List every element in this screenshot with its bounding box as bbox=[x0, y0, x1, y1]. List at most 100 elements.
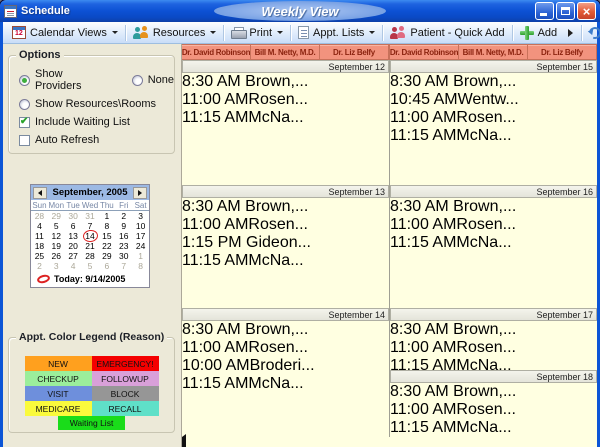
day-column[interactable]: 8:30 AM Brown,... bbox=[182, 73, 389, 91]
appointment-entry[interactable]: 11:00 AMRosen... bbox=[182, 91, 389, 109]
calendar-day[interactable]: 8 bbox=[132, 261, 149, 271]
day-column[interactable]: 10:00 AMBroderi...11:15 AMMcNa... bbox=[182, 357, 389, 393]
calendar-day[interactable]: 15 bbox=[98, 231, 115, 241]
calendar-day[interactable]: 28 bbox=[82, 251, 99, 261]
refresh-button[interactable]: Refresh bbox=[584, 23, 600, 43]
calendar-day[interactable]: 29 bbox=[98, 251, 115, 261]
calendar-day[interactable]: 30 bbox=[65, 211, 82, 221]
calendar-day[interactable]: 29 bbox=[48, 211, 65, 221]
calendar-day[interactable]: 22 bbox=[98, 241, 115, 251]
day-column[interactable]: 1:15 PM Gideon...11:15 AMMcNa... bbox=[182, 234, 389, 270]
calendar-day[interactable]: 1 bbox=[98, 211, 115, 221]
appointment-entry[interactable]: 8:30 AM Brown,... bbox=[390, 383, 597, 401]
include-waiting-label[interactable]: Include Waiting List bbox=[35, 116, 130, 128]
day-column[interactable]: 11:15 AMMcNa... bbox=[390, 419, 597, 437]
calendar-day[interactable]: 30 bbox=[115, 251, 132, 261]
day-column[interactable]: 8:30 AM Brown,... bbox=[390, 73, 597, 91]
horizontal-scrollbar[interactable] bbox=[182, 437, 597, 447]
day-column[interactable]: 8:30 AM Brown,... bbox=[182, 321, 389, 339]
day-column[interactable]: 11:00 AMRosen... bbox=[390, 401, 597, 419]
titlebar[interactable]: Schedule Weekly View × bbox=[0, 0, 600, 22]
appointment-entry[interactable]: 8:30 AM Brown,... bbox=[182, 321, 389, 339]
day-column[interactable]: 8:30 AM Brown,... bbox=[390, 321, 597, 339]
calendar-day[interactable]: 27 bbox=[65, 251, 82, 261]
calendar-day[interactable]: 4 bbox=[65, 261, 82, 271]
day-column[interactable]: 8:30 AM Brown,... bbox=[182, 198, 389, 216]
day-column[interactable]: 11:00 AMRosen... bbox=[182, 91, 389, 109]
calendar-day[interactable]: 13 bbox=[65, 231, 82, 241]
calendar-day[interactable]: 26 bbox=[48, 251, 65, 261]
day-column[interactable]: 8:30 AM Brown,... bbox=[390, 198, 597, 216]
appointment-entry[interactable]: 11:15 AMMcNa... bbox=[390, 127, 597, 145]
calendar-day[interactable]: 25 bbox=[31, 251, 48, 261]
calendar-day[interactable]: 10 bbox=[132, 221, 149, 231]
provider-header[interactable]: Bill M. Netty, M.D. bbox=[250, 44, 320, 60]
provider-header[interactable]: Dr. David Robinson bbox=[182, 44, 251, 60]
none-radio[interactable] bbox=[132, 75, 143, 86]
calendar-day[interactable]: 2 bbox=[31, 261, 48, 271]
maximize-button[interactable] bbox=[556, 2, 575, 20]
print-button[interactable]: Print bbox=[226, 23, 288, 43]
calendar-day[interactable]: 18 bbox=[31, 241, 48, 251]
day-column[interactable]: 11:15 AMMcNa... bbox=[390, 127, 597, 145]
provider-header[interactable]: Dr. Liz Belfy bbox=[527, 44, 597, 60]
show-providers-label[interactable]: Show Providers bbox=[35, 68, 111, 92]
patient-quick-add-button[interactable]: Patient - Quick Add bbox=[385, 23, 509, 43]
day-column[interactable]: 11:00 AMRosen... bbox=[182, 216, 389, 234]
next-month-button[interactable] bbox=[133, 187, 147, 199]
calendar-day[interactable]: 3 bbox=[48, 261, 65, 271]
none-label[interactable]: None bbox=[148, 74, 174, 86]
calendar-day[interactable]: 11 bbox=[31, 231, 48, 241]
appointment-entry[interactable]: 8:30 AM Brown,... bbox=[182, 73, 389, 91]
scroll-left-button[interactable] bbox=[182, 437, 597, 447]
calendar-day[interactable]: 17 bbox=[132, 231, 149, 241]
day-column[interactable]: 8:30 AM Brown,... bbox=[390, 383, 597, 401]
calendar-day[interactable]: 8 bbox=[98, 221, 115, 231]
appointment-entry[interactable]: 11:15 AMMcNa... bbox=[390, 234, 597, 252]
calendar-day[interactable]: 20 bbox=[65, 241, 82, 251]
calendar-day[interactable]: 4 bbox=[31, 221, 48, 231]
show-resources-label[interactable]: Show Resources\Rooms bbox=[35, 98, 156, 110]
appointment-entry[interactable]: 11:15 AMMcNa... bbox=[182, 252, 389, 270]
calendar-day[interactable]: 3 bbox=[132, 211, 149, 221]
day-column[interactable]: 11:15 AMMcNa... bbox=[390, 234, 597, 252]
prev-month-button[interactable] bbox=[33, 187, 47, 199]
appointment-entry[interactable]: 8:30 AM Brown,... bbox=[182, 198, 389, 216]
day-column[interactable]: 11:00 AMRosen... bbox=[390, 339, 597, 357]
show-resources-radio[interactable] bbox=[19, 99, 30, 110]
day-column[interactable]: 10:45 AMWentw...11:00 AMRosen... bbox=[390, 91, 597, 127]
calendar-views-button[interactable]: Calendar Views bbox=[7, 23, 123, 43]
day-column[interactable]: 11:00 AMRosen... bbox=[182, 339, 389, 357]
appointment-entry[interactable]: 11:00 AMRosen... bbox=[390, 339, 597, 357]
calendar-day[interactable]: 31 bbox=[82, 211, 99, 221]
close-button[interactable]: × bbox=[577, 2, 596, 20]
calendar-day[interactable]: 16 bbox=[115, 231, 132, 241]
appointment-entry[interactable]: 11:00 AMRosen... bbox=[390, 216, 597, 234]
calendar-day[interactable]: 5 bbox=[82, 261, 99, 271]
auto-refresh-checkbox[interactable] bbox=[19, 135, 30, 146]
appointment-entry[interactable]: 11:15 AMMcNa... bbox=[182, 375, 389, 393]
calendar-day[interactable]: 24 bbox=[132, 241, 149, 251]
calendar-day[interactable]: 6 bbox=[65, 221, 82, 231]
include-waiting-checkbox[interactable] bbox=[19, 117, 30, 128]
appointment-entry[interactable]: 11:00 AMRosen... bbox=[182, 216, 389, 234]
minimize-button[interactable] bbox=[535, 2, 554, 20]
appointment-entry[interactable]: 11:00 AMRosen... bbox=[390, 401, 597, 419]
provider-header[interactable]: Bill M. Netty, M.D. bbox=[458, 44, 528, 60]
calendar-today-row[interactable]: Today: 9/14/2005 bbox=[31, 271, 149, 287]
calendar-day[interactable]: 28 bbox=[31, 211, 48, 221]
calendar-day[interactable]: 7 bbox=[115, 261, 132, 271]
appointment-entry[interactable]: 10:45 AMWentw... bbox=[390, 91, 597, 109]
calendar-day[interactable]: 21 bbox=[82, 241, 99, 251]
calendar-day[interactable]: 14 bbox=[82, 231, 99, 241]
day-column[interactable]: 11:00 AMRosen... bbox=[390, 216, 597, 234]
calendar-day[interactable]: 5 bbox=[48, 221, 65, 231]
calendar-day[interactable]: 6 bbox=[98, 261, 115, 271]
provider-header[interactable]: Dr. David Robinson bbox=[389, 44, 459, 60]
calendar-day[interactable]: 1 bbox=[132, 251, 149, 261]
more-arrow-icon[interactable] bbox=[568, 29, 573, 37]
provider-header[interactable]: Dr. Liz Belfy bbox=[319, 44, 389, 60]
calendar-day[interactable]: 19 bbox=[48, 241, 65, 251]
appointment-entry[interactable]: 8:30 AM Brown,... bbox=[390, 73, 597, 91]
calendar-day[interactable]: 2 bbox=[115, 211, 132, 221]
